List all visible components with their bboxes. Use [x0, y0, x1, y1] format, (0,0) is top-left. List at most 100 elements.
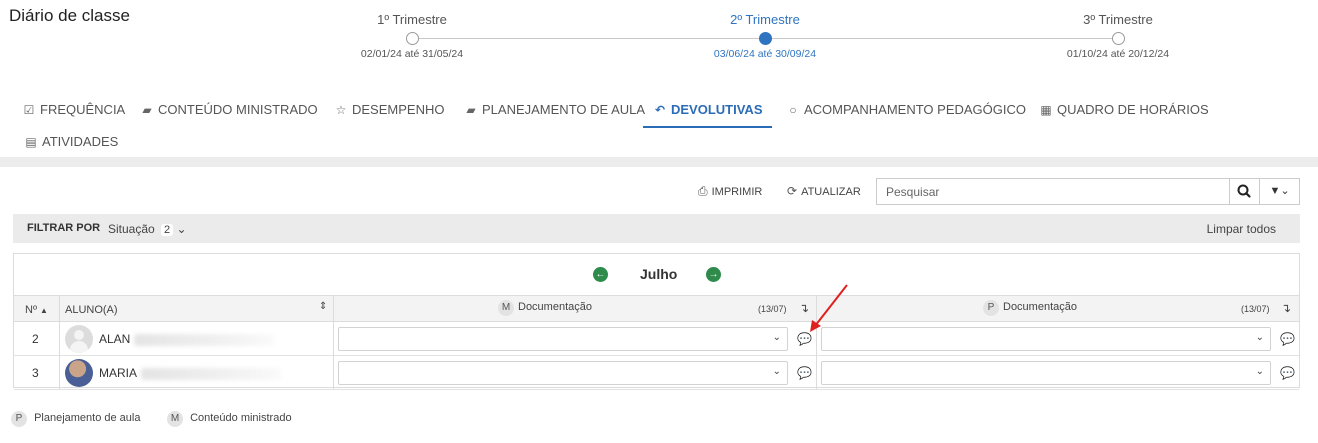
filter-dropdown-button[interactable]: ▼⌄: [1259, 178, 1300, 205]
search-button[interactable]: [1229, 178, 1260, 205]
tab-label: ACOMPANHAMENTO PEDAGÓGICO: [804, 102, 1026, 117]
refresh-button[interactable]: ⟳ ATUALIZAR: [787, 184, 861, 198]
search-input[interactable]: [876, 178, 1230, 205]
next-month-button[interactable]: →: [706, 267, 721, 282]
legend-label: Planejamento de aula: [34, 412, 141, 424]
funnel-icon: ▼: [1269, 185, 1281, 197]
reply-icon: ↶: [654, 103, 666, 117]
tab-acompanhamento-pedagogico[interactable]: ○ ACOMPANHAMENTO PEDAGÓGICO: [776, 93, 1036, 128]
chevron-down-icon: ⌄: [772, 366, 781, 377]
calendar-icon: ▦: [1040, 103, 1052, 117]
tab-atividades[interactable]: ▤ ATIVIDADES: [14, 125, 128, 160]
column-divider: [59, 295, 60, 389]
annotation-arrow: [810, 284, 848, 332]
badge-p: P: [11, 411, 27, 427]
feedback-select[interactable]: ⌄: [821, 361, 1271, 385]
avatar: [65, 325, 93, 353]
tab-label: ATIVIDADES: [42, 134, 119, 149]
badge-m: M: [498, 300, 514, 316]
grid-header: Nº ▲ ALUNO(A) ⇕ M Documentação (13/07) ↴ …: [14, 295, 1299, 322]
badge-m: M: [167, 411, 183, 427]
tab-frequencia[interactable]: ☑ FREQUÊNCIA: [12, 93, 135, 128]
column-title: Documentação: [518, 301, 592, 313]
book-icon: ▰: [142, 103, 152, 117]
tab-planejamento-de-aula[interactable]: ▰ PLANEJAMENTO DE AULA: [454, 93, 655, 128]
chevron-down-icon: ⌄: [1280, 185, 1290, 197]
trimester-dot[interactable]: [405, 32, 419, 45]
comment-icon[interactable]: 💬: [1280, 366, 1295, 380]
trimester-dates: 01/10/24 até 20/12/24: [1066, 48, 1170, 60]
column-divider: [333, 295, 334, 389]
student-name: MARIA: [99, 366, 282, 380]
print-button[interactable]: ⎙ IMPRIMIR: [698, 184, 762, 199]
book-icon: ▰: [466, 103, 476, 117]
column-header-number[interactable]: Nº ▲: [25, 304, 48, 316]
tab-label: FREQUÊNCIA: [40, 102, 126, 117]
tab-label: PLANEJAMENTO DE AULA: [482, 102, 646, 117]
student-name-text: MARIA: [99, 366, 138, 380]
trimester-dot[interactable]: [1111, 32, 1125, 45]
trimester-name: 1º Trimestre: [377, 12, 447, 27]
feedback-select[interactable]: ⌄: [338, 361, 788, 385]
tab-label: QUADRO DE HORÁRIOS: [1057, 102, 1209, 117]
column-header-p: P Documentação: [983, 300, 1077, 316]
arrow-left-icon: ←: [595, 269, 606, 280]
redacted-text: [141, 367, 282, 380]
table-row: 3 MARIA ⌄ 💬 ⌄ 💬: [14, 356, 1299, 390]
filter-bar: FILTRAR POR Situação 2 ⌄ Limpar todos: [13, 214, 1300, 243]
column-header-student[interactable]: ALUNO(A): [65, 304, 118, 316]
month-navigation: ← Julho →: [14, 254, 1299, 296]
apply-down-icon[interactable]: ↴: [1281, 301, 1291, 315]
legend-item-p: P Planejamento de aula: [11, 411, 140, 427]
star-icon: ☆: [335, 103, 347, 117]
refresh-icon: ⟳: [787, 184, 798, 198]
situation-label: Situação: [108, 222, 155, 236]
comment-icon[interactable]: 💬: [797, 366, 812, 380]
month-label: Julho: [640, 266, 678, 282]
print-label: IMPRIMIR: [711, 186, 763, 198]
trimester-1[interactable]: 1º Trimestre 02/01/24 até 31/05/24: [327, 12, 497, 60]
feedback-select[interactable]: ⌄: [338, 327, 788, 351]
previous-month-button[interactable]: ←: [593, 267, 608, 282]
clear-all-button[interactable]: Limpar todos: [1207, 222, 1276, 236]
situation-filter[interactable]: Situação 2 ⌄: [108, 222, 187, 236]
trimester-timeline: 1º Trimestre 02/01/24 até 31/05/24 2º Tr…: [361, 0, 1169, 70]
table-row: 2 ALAN ⌄ 💬 ⌄ 💬: [14, 322, 1299, 356]
comment-icon[interactable]: 💬: [1280, 332, 1295, 346]
search-icon: [1237, 184, 1251, 198]
chevron-down-icon: ⌄: [1255, 366, 1264, 377]
filter-label: FILTRAR POR: [27, 222, 101, 234]
chevron-down-icon: ⌄: [772, 332, 781, 343]
page-title: Diário de classe: [9, 6, 130, 25]
tab-label: DEVOLUTIVAS: [671, 102, 763, 117]
avatar: [65, 359, 93, 387]
chevron-down-icon: ⌄: [176, 222, 187, 236]
legend-item-m: M Conteúdo ministrado: [167, 411, 292, 427]
row-number: 3: [32, 366, 39, 380]
tab-quadro-de-horarios[interactable]: ▦ QUADRO DE HORÁRIOS: [1029, 93, 1219, 128]
trimester-3[interactable]: 3º Trimestre 01/10/24 até 20/12/24: [1033, 12, 1203, 60]
printer-icon: ⎙: [698, 184, 708, 198]
trimester-name: 3º Trimestre: [1083, 12, 1153, 27]
column-title: Documentação: [1003, 301, 1077, 313]
checkbox-icon: ☑: [23, 103, 35, 117]
trimester-dot[interactable]: [758, 32, 772, 45]
tab-desempenho[interactable]: ☆ DESEMPENHO: [324, 93, 454, 128]
row-number: 2: [32, 332, 39, 346]
sort-icon: ▲: [40, 306, 48, 315]
trimester-2[interactable]: 2º Trimestre 03/06/24 até 30/09/24: [680, 12, 850, 60]
document-icon: ▤: [25, 135, 37, 149]
situation-count-badge: 2: [161, 224, 174, 236]
sort-icon[interactable]: ⇕: [319, 301, 327, 312]
trimester-dates: 03/06/24 até 30/09/24: [713, 48, 817, 60]
trimester-dates: 02/01/24 até 31/05/24: [360, 48, 464, 60]
badge-p: P: [983, 300, 999, 316]
chevron-down-icon: ⌄: [1255, 332, 1264, 343]
feedback-select[interactable]: ⌄: [821, 327, 1271, 351]
section-divider: [0, 157, 1318, 167]
tab-conteudo-ministrado[interactable]: ▰ CONTEÚDO MINISTRADO: [130, 93, 328, 128]
tab-label: DESEMPENHO: [352, 102, 445, 117]
redacted-text: [134, 333, 275, 346]
column-date: (13/07): [758, 304, 787, 314]
tab-devolutivas[interactable]: ↶ DEVOLUTIVAS: [643, 93, 772, 128]
